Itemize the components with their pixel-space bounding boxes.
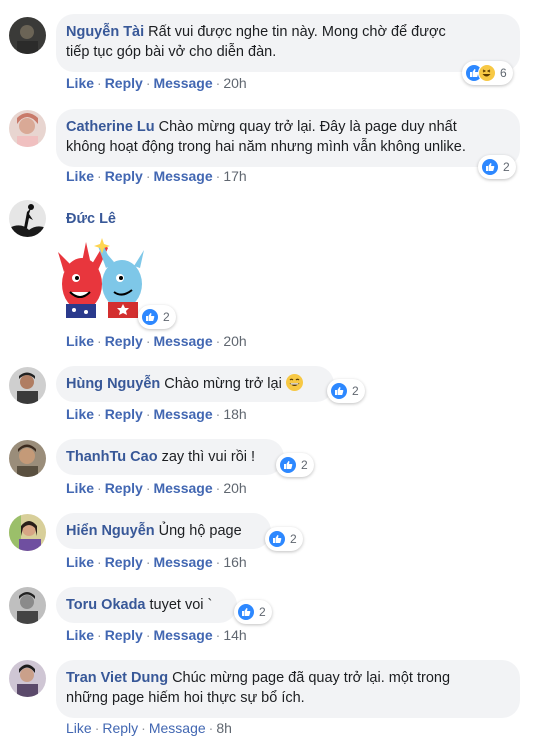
like-link[interactable]: Like [66,406,94,422]
reply-link[interactable]: Reply [105,168,143,184]
comment-actions: Like · Reply · Message · 8h [66,720,232,736]
like-icon [141,308,159,326]
comment-text: zay thì vui rồi ! [161,449,256,465]
reaction-summary[interactable]: 2 [234,600,272,624]
avatar[interactable] [9,200,46,237]
avatar[interactable] [9,17,46,54]
like-link[interactable]: Like [66,168,94,184]
like-link[interactable]: Like [66,333,94,349]
reaction-count: 2 [503,160,510,174]
comment-text: những page hiếm hoi thực sự bổ ích. [66,690,305,706]
reaction-count: 2 [163,310,170,324]
like-link[interactable]: Like [66,75,94,91]
reply-link[interactable]: Reply [102,720,138,736]
message-link[interactable]: Message [153,75,212,91]
comment-bubble: Toru Okada tuyet voi ` [56,587,237,623]
reaction-summary[interactable]: 2 [265,527,303,551]
comment-author[interactable]: Hùng Nguyễn [66,376,160,392]
like-icon [268,530,286,548]
message-link[interactable]: Message [153,406,212,422]
message-link[interactable]: Message [153,627,212,643]
avatar[interactable] [9,367,46,404]
comment-actions: Like · Reply · Message · 14h [66,627,247,643]
comment-author[interactable]: ThanhTu Cao [66,449,158,465]
like-link[interactable]: Like [66,720,92,736]
comment-text: tiếp tục góp bài vở cho diễn đàn. [66,44,277,60]
comment-author[interactable]: Toru Okada [66,597,146,613]
comment-author[interactable]: Hiển Nguyễn [66,523,155,539]
reply-link[interactable]: Reply [105,75,143,91]
message-link[interactable]: Message [153,554,212,570]
sticker-high-five[interactable] [52,234,152,335]
message-link[interactable]: Message [153,168,212,184]
comment-actions: Like · Reply · Message · 16h [66,554,247,570]
reply-link[interactable]: Reply [105,406,143,422]
reaction-summary[interactable]: 2 [276,453,314,477]
reaction-summary[interactable]: 2 [138,305,176,329]
grinning-emoji-icon [285,374,303,391]
like-link[interactable]: Like [66,480,94,496]
comment-author[interactable]: Nguyễn Tài [66,24,144,40]
reaction-count: 2 [352,384,359,398]
comment-actions: Like · Reply · Message · 20h [66,333,247,349]
like-icon [279,456,297,474]
comment-text: Chào mừng trở lại [164,376,282,392]
reaction-count: 6 [500,66,507,80]
comment-actions: Like · Reply · Message · 18h [66,406,247,422]
comment-actions: Like · Reply · Message · 17h [66,168,247,184]
comment-text: Chào mừng quay trở lại. Đây là page duy … [158,119,457,135]
reply-link[interactable]: Reply [105,333,143,349]
avatar[interactable] [9,514,46,551]
comment-author[interactable]: Đức Lê [66,211,116,227]
comment-actions: Like · Reply · Message · 20h [66,480,247,496]
reaction-count: 2 [259,605,266,619]
message-link[interactable]: Message [153,333,212,349]
reaction-summary[interactable]: 2 [327,379,365,403]
comment-author[interactable]: Catherine Lu [66,119,155,135]
comment-text: tuyet voi ` [149,597,213,613]
like-link[interactable]: Like [66,554,94,570]
comment-bubble: ThanhTu Cao zay thì vui rồi ! [56,439,284,475]
comment-bubble: Hiển Nguyễn Ủng hộ page [56,513,271,549]
comment-actions: Like · Reply · Message · 20h [66,75,247,91]
like-icon [237,603,255,621]
comment-text: không hoạt động trong hai năm nhưng mình… [66,139,466,155]
timestamp[interactable]: 20h [223,75,246,91]
haha-icon [478,64,496,82]
timestamp[interactable]: 18h [223,406,246,422]
timestamp[interactable]: 16h [223,554,246,570]
comment-author[interactable]: Tran Viet Dung [66,670,168,686]
message-link[interactable]: Message [153,480,212,496]
reaction-summary[interactable]: 6 [462,61,513,85]
timestamp[interactable]: 14h [223,627,246,643]
timestamp[interactable]: 8h [216,720,232,736]
comment-bubble: Nguyễn Tài Rất vui được nghe tin này. Mon… [56,14,520,72]
reaction-count: 2 [301,458,308,472]
comment-text: Chúc mừng page đã quay trở lại. một tron… [172,670,451,686]
like-icon [481,158,499,176]
comment-bubble: Tran Viet Dung Chúc mừng page đã quay trở… [56,660,520,718]
message-link[interactable]: Message [149,720,206,736]
comment-text: Ủng hộ page [158,523,242,539]
reply-link[interactable]: Reply [105,627,143,643]
timestamp[interactable]: 20h [223,333,246,349]
comment-bubble: Hùng Nguyễn Chào mừng trở lại [56,366,334,402]
reply-link[interactable]: Reply [105,554,143,570]
avatar[interactable] [9,587,46,624]
like-icon [330,382,348,400]
timestamp[interactable]: 17h [223,168,246,184]
reaction-count: 2 [290,532,297,546]
comment-bubble: Catherine Lu Chào mừng quay trở lại. Đây … [56,109,520,167]
reaction-summary[interactable]: 2 [478,155,516,179]
comment-text: Rất vui được nghe tin này. Mong chờ để đ… [148,24,446,40]
avatar[interactable] [9,440,46,477]
timestamp[interactable]: 20h [223,480,246,496]
avatar[interactable] [9,110,46,147]
like-link[interactable]: Like [66,627,94,643]
reply-link[interactable]: Reply [105,480,143,496]
avatar[interactable] [9,660,46,697]
